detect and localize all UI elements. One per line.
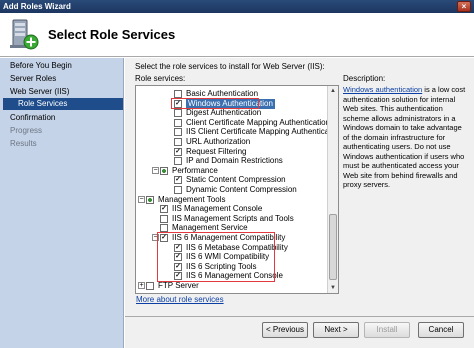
tree-row[interactable]: IP and Domain Restrictions (136, 156, 326, 166)
expand-icon[interactable]: + (138, 282, 145, 289)
tree-row-label: Digest Authentication (186, 108, 262, 118)
nav-item-role-services[interactable]: Role Services (3, 98, 123, 110)
highlight-box (171, 97, 259, 110)
nav-item-progress: Progress (10, 126, 43, 135)
tree-row-label: Management Tools (158, 194, 226, 204)
tree-row-label: Performance (172, 165, 218, 175)
nav-item-role-services-label: Role Services (18, 99, 68, 108)
wizard-header: Select Role Services (0, 13, 474, 57)
tree-row-label: Dynamic Content Compression (186, 185, 297, 194)
tree-scrollbar[interactable]: ▲ ▼ (327, 86, 338, 293)
description-link[interactable]: Windows authentication (343, 85, 422, 94)
window-title: Add Roles Wizard (3, 2, 71, 11)
tree-row[interactable]: ✓ IIS Management Console (136, 204, 326, 214)
main-panel: Select the role services to install for … (125, 58, 474, 348)
collapse-icon[interactable]: − (152, 166, 159, 174)
tree-row[interactable]: − Management Tools (136, 195, 326, 205)
tree-row[interactable]: Client Certificate Mapping Authenticatio… (136, 118, 330, 128)
checkbox-partial[interactable] (146, 195, 154, 204)
nav-item-results: Results (10, 139, 37, 148)
tree-row-label: Client Certificate Mapping Authenticatio… (186, 117, 331, 127)
checkbox-checked[interactable]: ✓ (174, 147, 182, 156)
wizard-nav: Before You Begin Server Roles Web Server… (0, 58, 124, 348)
description-label: Description: (343, 74, 386, 83)
tree-row-label: FTP Server (158, 281, 199, 290)
tree-row-label: IP and Domain Restrictions (186, 156, 283, 166)
checkbox[interactable] (174, 157, 182, 166)
checkbox[interactable] (174, 118, 182, 127)
tree-row[interactable]: Dynamic Content Compression (136, 185, 326, 195)
install-button: Install (364, 322, 410, 338)
tree-row-label: IIS Management Console (172, 204, 263, 214)
checkbox-partial[interactable] (160, 166, 168, 175)
description-text: Windows authentication is a low cost aut… (343, 85, 469, 190)
checkbox[interactable] (174, 186, 182, 194)
instruction-text: Select the role services to install for … (135, 62, 325, 71)
role-services-tree[interactable]: Basic Authentication ✓ Windows Authenticat… (135, 85, 339, 294)
tree-row[interactable]: IIS Management Scripts and Tools (136, 214, 326, 224)
tree-row-label: IIS Client Certificate Mapping Authentic… (186, 127, 339, 137)
tree-row-label: Static Content Compression (186, 175, 286, 185)
tree-row[interactable]: ✓ Request Filtering (136, 147, 326, 157)
tree-row-label: URL Authorization (186, 137, 251, 146)
tree-row[interactable]: Digest Authentication (136, 108, 326, 118)
scroll-thumb[interactable] (329, 214, 337, 280)
tree-row[interactable]: + FTP Server (136, 281, 326, 291)
tree-row[interactable]: URL Authorization (136, 137, 326, 147)
nav-item-before-you-begin[interactable]: Before You Begin (10, 61, 72, 70)
tree-row-label: Request Filtering (186, 146, 247, 156)
nav-item-server-roles[interactable]: Server Roles (10, 74, 56, 83)
title-bar: Add Roles Wizard × (0, 0, 474, 13)
tree-row[interactable]: − Performance (136, 166, 326, 176)
page-title: Select Role Services (48, 27, 176, 42)
nav-item-confirmation[interactable]: Confirmation (10, 113, 55, 122)
highlight-box (157, 232, 275, 282)
previous-button[interactable]: < Previous (262, 322, 308, 338)
collapse-icon[interactable]: − (138, 195, 145, 203)
next-button[interactable]: Next > (313, 322, 359, 338)
checkbox[interactable] (146, 282, 154, 290)
scroll-down-icon[interactable]: ▼ (328, 283, 338, 293)
role-services-label: Role services: (135, 74, 186, 83)
tree-row-label: IIS Management Scripts and Tools (172, 213, 294, 223)
tree-row[interactable]: IIS Client Certificate Mapping Authentic… (136, 127, 338, 137)
cancel-button[interactable]: Cancel (418, 322, 464, 338)
more-about-role-services-link[interactable]: More about role services (136, 295, 224, 304)
checkbox[interactable] (174, 128, 182, 137)
server-add-icon (7, 18, 41, 52)
tree-row[interactable]: ✓ Static Content Compression (136, 175, 326, 185)
scroll-up-icon[interactable]: ▲ (328, 86, 338, 96)
footer-divider (125, 316, 474, 317)
checkbox[interactable] (160, 214, 168, 223)
checkbox[interactable] (174, 138, 182, 146)
checkbox[interactable] (174, 109, 182, 118)
description-body: is a low cost authentication solution fo… (343, 85, 466, 189)
nav-item-web-server-iis[interactable]: Web Server (IIS) (10, 87, 69, 96)
checkbox-checked[interactable]: ✓ (174, 176, 182, 185)
close-icon[interactable]: × (457, 1, 471, 12)
checkbox-checked[interactable]: ✓ (160, 205, 168, 214)
